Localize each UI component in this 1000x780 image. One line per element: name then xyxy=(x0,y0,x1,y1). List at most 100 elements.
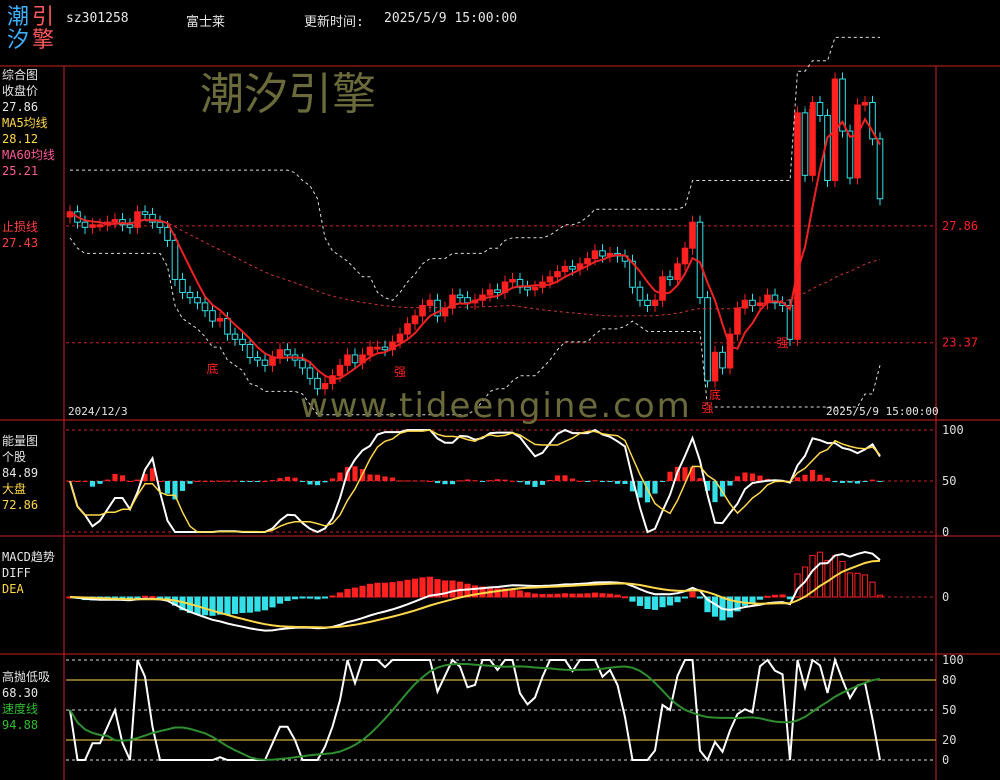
speed-value: 94.88 xyxy=(2,718,39,732)
candle-body xyxy=(846,130,854,179)
macd-bar xyxy=(359,585,366,598)
annotation-label: 强 xyxy=(777,336,789,350)
macd-bar xyxy=(306,596,314,599)
ma60-value: 25.21 xyxy=(2,164,39,178)
macd-bar xyxy=(366,583,374,598)
candle-body xyxy=(81,221,89,228)
macd-bar xyxy=(741,596,749,606)
energy-bar xyxy=(164,481,171,494)
candle-body xyxy=(141,211,149,215)
energy-bar xyxy=(97,481,103,484)
energy-bar xyxy=(794,477,801,481)
macd-bar xyxy=(351,587,359,598)
hsld-tick-label: 50 xyxy=(942,703,956,717)
candle-body xyxy=(134,211,141,228)
candle-body xyxy=(486,289,494,296)
energy-bar xyxy=(547,480,553,482)
energy-bar xyxy=(194,481,201,482)
macd-bar xyxy=(509,588,516,598)
candle-body xyxy=(194,297,201,304)
macd-bar xyxy=(276,596,284,604)
candle-body xyxy=(809,101,816,176)
energy-bar xyxy=(877,481,883,482)
energy-bar xyxy=(299,481,306,482)
candle-body xyxy=(239,338,246,346)
energy-bar xyxy=(577,480,583,482)
candle-body xyxy=(734,307,741,335)
candle-body xyxy=(794,112,801,340)
candle-body xyxy=(381,346,389,351)
energy-bar xyxy=(652,481,658,494)
macd-bar xyxy=(681,596,689,599)
energy-bar xyxy=(667,471,673,481)
ma5-value: 28.12 xyxy=(2,132,39,146)
energy-bar xyxy=(509,480,516,482)
energy-bar xyxy=(742,472,748,481)
macd-bar xyxy=(284,596,291,602)
energy-bar xyxy=(187,481,193,484)
candle-body xyxy=(306,367,314,379)
candle-body xyxy=(861,101,869,106)
energy-bar xyxy=(307,481,313,485)
energy-bar xyxy=(494,479,501,481)
macd-bar xyxy=(149,596,156,599)
hsld-tick-label: 0 xyxy=(942,753,949,767)
close-label: 收盘价 xyxy=(2,84,39,98)
energy-bar xyxy=(134,479,141,481)
energy-bar xyxy=(839,481,846,483)
macd-bar xyxy=(824,559,831,598)
macd-bar xyxy=(411,578,419,598)
energy-bar xyxy=(374,474,381,481)
candle-body xyxy=(299,359,306,369)
hsld-tick-label: 100 xyxy=(942,653,964,667)
macd-bar xyxy=(674,596,681,603)
candle-body xyxy=(179,278,186,293)
energy-bar xyxy=(622,481,628,484)
energy-bar xyxy=(224,480,231,482)
energy-bar xyxy=(539,481,546,485)
candle-body xyxy=(126,224,134,228)
energy-bar xyxy=(869,479,876,481)
energy-bar xyxy=(367,474,373,481)
macd-bar xyxy=(644,596,651,610)
candle-body xyxy=(599,250,606,257)
annotation-label: 顶 xyxy=(799,97,811,111)
candle-body xyxy=(374,346,381,350)
energy-bar xyxy=(112,473,118,481)
energy-bar xyxy=(412,480,418,482)
macd-bar xyxy=(876,594,884,598)
candle-body xyxy=(246,344,254,359)
watermark-cn: 潮汐引擎 xyxy=(200,69,376,120)
energy-bar xyxy=(809,469,816,481)
candle-body xyxy=(681,247,689,265)
energy-bar xyxy=(592,480,598,482)
speed-label: 速度线 xyxy=(2,702,39,716)
hsld-tick-label: 20 xyxy=(942,733,956,747)
macd-bar xyxy=(696,596,704,599)
macd-bar xyxy=(389,582,396,598)
stock-label: 个股 xyxy=(2,450,27,464)
energy-bar xyxy=(862,481,868,482)
candle-body xyxy=(209,310,216,322)
candle-body xyxy=(276,349,284,359)
date-start: 2024/12/3 xyxy=(68,405,128,418)
diff-label: DIFF xyxy=(2,566,31,580)
energy-bar xyxy=(847,481,853,483)
macd-bar xyxy=(134,596,141,599)
candle-body xyxy=(231,333,239,340)
candle-body xyxy=(216,317,224,322)
energy-bar xyxy=(502,479,508,481)
ma5-line xyxy=(69,117,881,380)
macd-bar xyxy=(621,596,629,599)
macd-bar xyxy=(659,596,666,608)
macd-bar xyxy=(869,581,876,598)
annotation-label: 底 xyxy=(709,387,721,402)
energy-bar xyxy=(329,478,336,481)
candle-body xyxy=(719,351,726,369)
macd-bar xyxy=(591,592,599,598)
macd-bar xyxy=(816,551,824,598)
energy-tick-label: 50 xyxy=(942,474,956,488)
candle-body xyxy=(531,286,539,291)
macd-bar xyxy=(614,594,621,598)
energy-bar xyxy=(749,473,756,481)
